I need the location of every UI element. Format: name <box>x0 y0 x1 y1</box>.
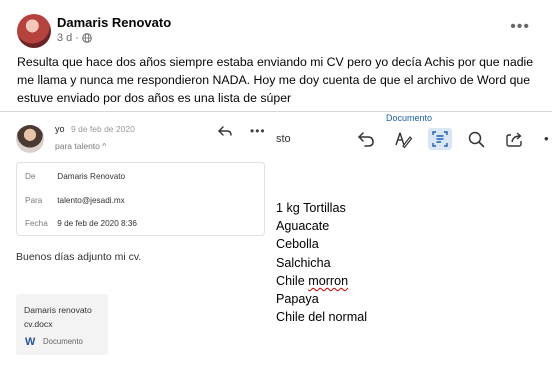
text-scan-icon <box>432 131 448 147</box>
misspelled-word: morron <box>308 273 349 288</box>
email-more-button[interactable]: ••• <box>250 124 266 138</box>
detail-from-label: De <box>25 172 36 181</box>
detail-date-row: Fecha 9 de feb de 2020 8:36 <box>25 219 137 228</box>
avatar[interactable] <box>17 14 51 48</box>
globe-icon[interactable] <box>82 33 92 43</box>
detail-from-value: Damaris Renovato <box>57 172 126 181</box>
document-panel: Documento sto • 1 kg Tortillas Aguacate … <box>276 112 552 388</box>
search-button[interactable] <box>464 128 488 150</box>
reply-icon[interactable] <box>218 125 232 137</box>
list-item-word: Chile <box>276 273 305 288</box>
sender-avatar <box>16 125 44 153</box>
undo-button[interactable] <box>354 128 378 150</box>
undo-icon <box>358 132 374 147</box>
live-text-button[interactable] <box>428 128 452 150</box>
email-recipient-toggle[interactable]: para talento ^ <box>55 141 106 151</box>
post-meta: 3 d · <box>57 32 92 44</box>
attachment-name-line1: Damaris renovato <box>24 305 92 315</box>
list-item: Salchicha <box>276 255 331 270</box>
document-body: 1 kg Tortillas Aguacate Cebolla Salchich… <box>276 199 367 326</box>
list-item: Chile morron <box>276 272 367 290</box>
word-icon: W <box>25 336 35 346</box>
list-item: Chile del normal <box>276 310 367 325</box>
email-date: 9 de feb de 2020 <box>71 124 135 134</box>
attachment-name: Damaris renovato cv.docx <box>24 303 92 331</box>
detail-to-label: Para <box>25 196 43 205</box>
email-from: yo <box>55 124 65 134</box>
detail-date-label: Fecha <box>25 219 48 228</box>
list-item: Aguacate <box>276 219 330 234</box>
post-text: Resulta que hace dos años siempre estaba… <box>17 55 534 105</box>
detail-to-value: talento@jesadi.mx <box>57 196 125 205</box>
email-panel: yo 9 de feb de 2020 para talento ^ ••• D… <box>0 112 276 388</box>
pen-icon <box>395 132 413 149</box>
attachment-card[interactable]: Damaris renovato cv.docx W Documento <box>16 294 108 355</box>
attachment-name-line2: cv.docx <box>24 319 53 329</box>
post-more-button[interactable]: ••• <box>510 18 530 36</box>
post-header: Damaris Renovato 3 d · ••• <box>0 0 552 52</box>
detail-from-row: De Damaris Renovato <box>25 172 125 181</box>
list-item: 1 kg Tortillas <box>276 201 346 215</box>
author-name[interactable]: Damaris Renovato <box>57 15 171 30</box>
toolbar-more-button[interactable]: • <box>544 131 549 146</box>
detail-to-row: Para talento@jesadi.mx <box>25 196 125 205</box>
share-icon <box>506 132 522 147</box>
document-title: Documento <box>386 113 433 123</box>
email-details: De Damaris Renovato Para talento@jesadi.… <box>16 162 265 236</box>
svg-text:W: W <box>25 336 35 346</box>
attachment-type: Documento <box>43 337 83 346</box>
post-time[interactable]: 3 d <box>57 32 72 44</box>
search-icon <box>468 131 485 148</box>
toolbar-text-fragment: sto <box>276 133 291 145</box>
detail-date-value: 9 de feb de 2020 8:36 <box>57 219 137 228</box>
email-body: Buenos días adjunto mi cv. <box>16 251 142 263</box>
list-item: Papaya <box>276 292 319 307</box>
share-button[interactable] <box>502 128 526 150</box>
markup-button[interactable] <box>390 128 414 150</box>
list-item: Cebolla <box>276 237 319 252</box>
meta-separator: · <box>75 32 79 44</box>
